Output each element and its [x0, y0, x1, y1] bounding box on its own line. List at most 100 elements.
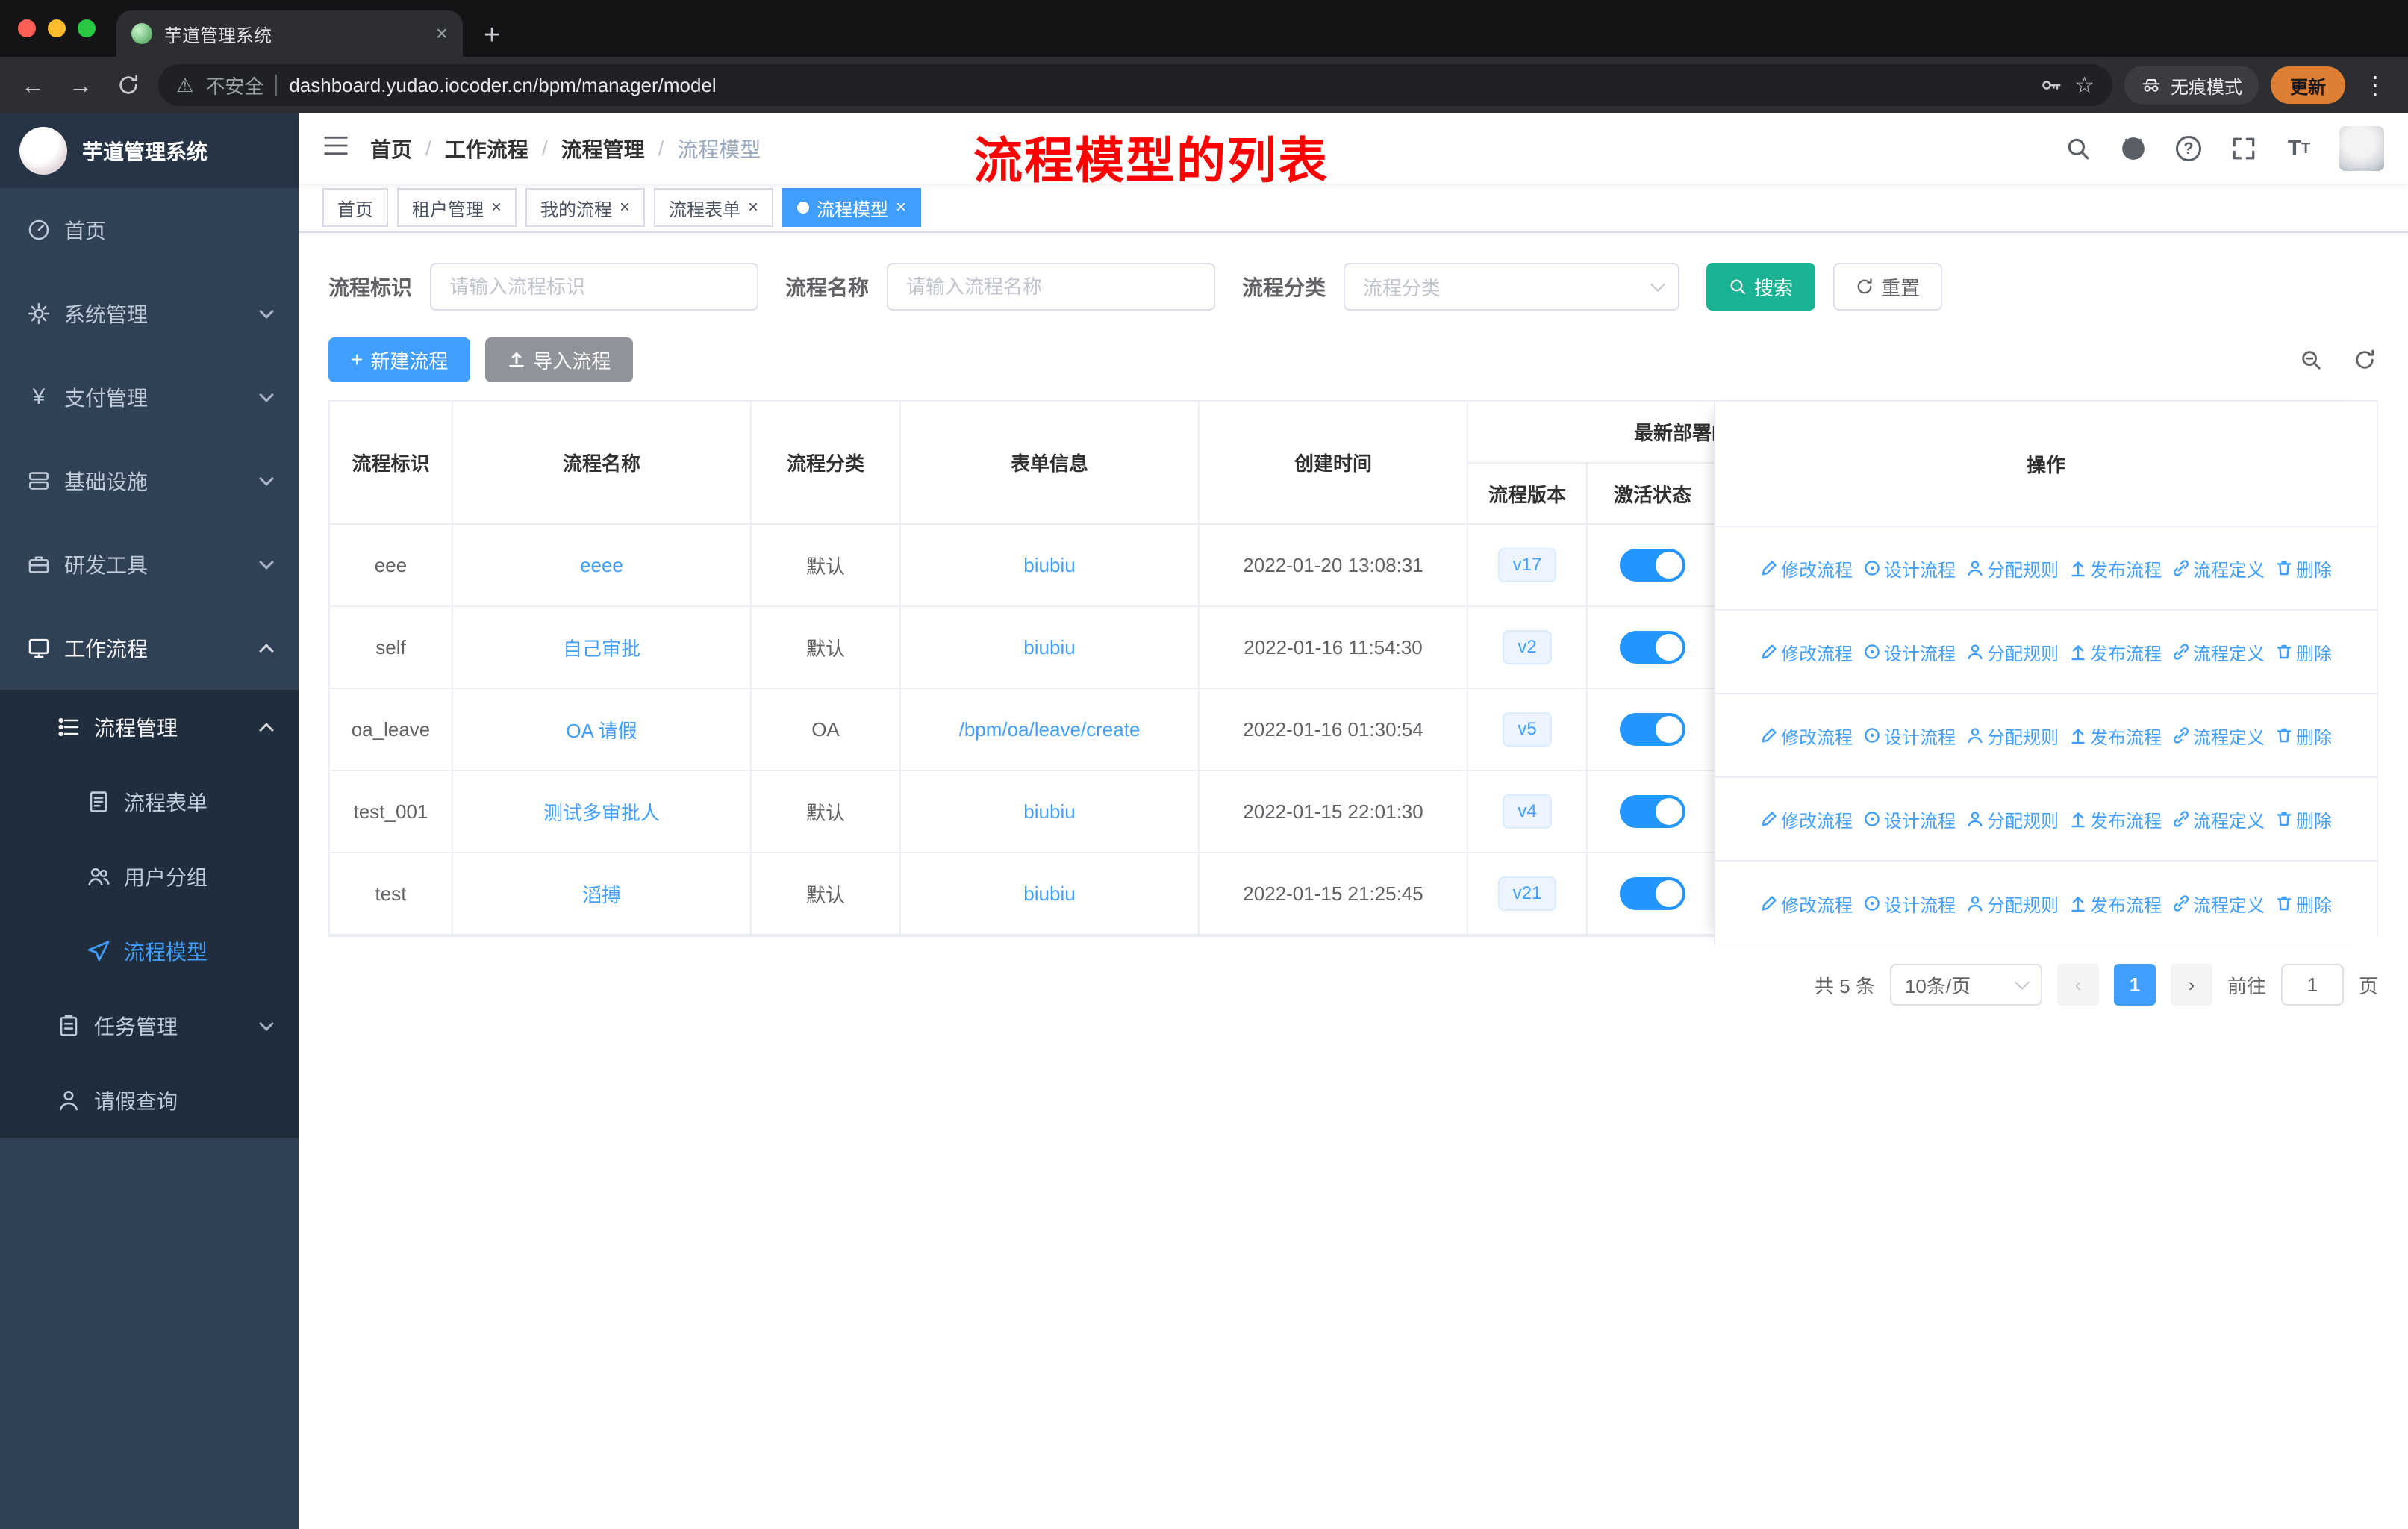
form-info-link[interactable]: /bpm/oa/leave/create	[959, 718, 1141, 741]
hide-search-icon[interactable]	[2298, 346, 2324, 373]
sidebar-item-devtools[interactable]: 研发工具	[0, 523, 299, 606]
design-process-link[interactable]: 设计流程	[1863, 723, 1956, 749]
tag-process-form[interactable]: 流程表单 ×	[654, 188, 774, 227]
tag-my-process[interactable]: 我的流程 ×	[525, 188, 646, 227]
tag-tenant[interactable]: 租户管理 ×	[397, 188, 517, 227]
publish-process-link[interactable]: 发布流程	[2069, 555, 2162, 582]
sidebar-item-infrastructure[interactable]: 基础设施	[0, 439, 299, 523]
process-name-link[interactable]: OA 请假	[566, 720, 637, 742]
zoom-window-button[interactable]	[78, 19, 96, 37]
active-toggle[interactable]	[1620, 549, 1685, 582]
bookmark-star-icon[interactable]: ☆	[2074, 72, 2094, 99]
update-button[interactable]: 更新	[2271, 66, 2345, 104]
sidebar-item-process-management[interactable]: 流程管理	[0, 690, 299, 764]
goto-page-input[interactable]	[2280, 964, 2344, 1006]
page-size-select[interactable]: 10条/页	[1889, 964, 2042, 1006]
browser-menu-icon[interactable]: ⋮	[2357, 71, 2393, 99]
import-process-button[interactable]: 导入流程	[485, 337, 634, 382]
assign-rule-link[interactable]: 分配规则	[1966, 639, 2059, 665]
password-key-icon[interactable]	[2040, 74, 2062, 96]
process-definition-link[interactable]: 流程定义	[2172, 639, 2265, 665]
assign-rule-link[interactable]: 分配规则	[1966, 555, 2059, 582]
delete-process-link[interactable]: 删除	[2275, 639, 2332, 665]
process-definition-link[interactable]: 流程定义	[2172, 555, 2265, 582]
security-warning-icon[interactable]: ⚠	[176, 74, 193, 97]
assign-rule-link[interactable]: 分配规则	[1966, 723, 2059, 749]
delete-process-link[interactable]: 删除	[2275, 555, 2332, 582]
process-name-link[interactable]: 测试多审批人	[543, 802, 660, 824]
close-icon[interactable]: ×	[620, 199, 630, 217]
create-process-button[interactable]: + 新建流程	[328, 337, 471, 382]
edit-process-link[interactable]: 修改流程	[1760, 806, 1853, 832]
form-info-link[interactable]: biubiu	[1023, 800, 1075, 823]
edit-process-link[interactable]: 修改流程	[1760, 891, 1853, 917]
next-page-button[interactable]: ›	[2170, 964, 2212, 1006]
design-process-link[interactable]: 设计流程	[1863, 555, 1956, 582]
design-process-link[interactable]: 设计流程	[1863, 639, 1956, 665]
process-name-link[interactable]: eeee	[580, 554, 623, 576]
process-name-link[interactable]: 滔搏	[582, 884, 621, 906]
sidebar-item-process-model[interactable]: 流程模型	[0, 914, 299, 988]
close-icon[interactable]: ×	[748, 199, 758, 217]
form-info-link[interactable]: biubiu	[1023, 554, 1075, 576]
design-process-link[interactable]: 设计流程	[1863, 806, 1956, 832]
sidebar-item-user-group[interactable]: 用户分组	[0, 839, 299, 914]
reload-icon[interactable]	[110, 67, 146, 103]
search-button[interactable]: 搜索	[1706, 263, 1816, 311]
help-icon[interactable]: ?	[2174, 134, 2203, 164]
breadcrumb-item[interactable]: 流程管理	[561, 134, 645, 164]
assign-rule-link[interactable]: 分配规则	[1966, 891, 2059, 917]
close-icon[interactable]: ×	[896, 199, 906, 217]
process-key-input[interactable]	[430, 263, 759, 311]
form-info-link[interactable]: biubiu	[1023, 636, 1075, 658]
active-toggle[interactable]	[1620, 877, 1685, 910]
delete-process-link[interactable]: 删除	[2275, 723, 2332, 749]
refresh-icon[interactable]	[2351, 346, 2378, 373]
active-toggle[interactable]	[1620, 631, 1685, 664]
sidebar-item-task-management[interactable]: 任务管理	[0, 988, 299, 1063]
process-name-input[interactable]	[887, 263, 1216, 311]
back-icon[interactable]: ←	[15, 67, 51, 103]
forward-icon[interactable]: →	[63, 67, 99, 103]
tag-process-model[interactable]: 流程模型 ×	[782, 188, 922, 227]
process-name-link[interactable]: 自己审批	[563, 638, 640, 660]
new-tab-button[interactable]: +	[484, 21, 500, 49]
edit-process-link[interactable]: 修改流程	[1760, 723, 1853, 749]
process-definition-link[interactable]: 流程定义	[2172, 891, 2265, 917]
font-size-icon[interactable]: TT	[2284, 134, 2314, 164]
prev-page-button[interactable]: ‹	[2056, 964, 2099, 1006]
publish-process-link[interactable]: 发布流程	[2069, 723, 2162, 749]
github-icon[interactable]	[2118, 134, 2148, 164]
fullscreen-icon[interactable]	[2229, 134, 2259, 164]
publish-process-link[interactable]: 发布流程	[2069, 639, 2162, 665]
minimize-window-button[interactable]	[48, 19, 66, 37]
reset-button[interactable]: 重置	[1833, 263, 1943, 311]
edit-process-link[interactable]: 修改流程	[1760, 555, 1853, 582]
search-icon[interactable]	[2063, 134, 2093, 164]
delete-process-link[interactable]: 删除	[2275, 806, 2332, 832]
sidebar-item-leave-query[interactable]: 请假查询	[0, 1063, 299, 1138]
sidebar-item-home[interactable]: 首页	[0, 188, 299, 272]
tag-home[interactable]: 首页	[322, 188, 388, 227]
close-window-button[interactable]	[18, 19, 36, 37]
process-category-select[interactable]: 流程分类	[1344, 263, 1680, 311]
sidebar-item-process-form[interactable]: 流程表单	[0, 764, 299, 839]
breadcrumb-item[interactable]: 首页	[370, 134, 412, 164]
address-field[interactable]: ⚠ 不安全 dashboard.yudao.iocoder.cn/bpm/man…	[158, 64, 2112, 106]
design-process-link[interactable]: 设计流程	[1863, 891, 1956, 917]
sidebar-item-workflow[interactable]: 工作流程	[0, 606, 299, 690]
hamburger-icon[interactable]	[322, 134, 349, 164]
assign-rule-link[interactable]: 分配规则	[1966, 806, 2059, 832]
active-toggle[interactable]	[1620, 795, 1685, 828]
sidebar-item-payment[interactable]: ¥ 支付管理	[0, 355, 299, 439]
delete-process-link[interactable]: 删除	[2275, 891, 2332, 917]
user-avatar[interactable]	[2339, 126, 2384, 171]
page-1-button[interactable]: 1	[2113, 964, 2156, 1006]
form-info-link[interactable]: biubiu	[1023, 882, 1075, 905]
edit-process-link[interactable]: 修改流程	[1760, 639, 1853, 665]
publish-process-link[interactable]: 发布流程	[2069, 891, 2162, 917]
process-definition-link[interactable]: 流程定义	[2172, 723, 2265, 749]
browser-tab[interactable]: 芋道管理系统 ×	[116, 10, 463, 57]
sidebar-item-system[interactable]: 系统管理	[0, 272, 299, 355]
breadcrumb-item[interactable]: 工作流程	[445, 134, 528, 164]
